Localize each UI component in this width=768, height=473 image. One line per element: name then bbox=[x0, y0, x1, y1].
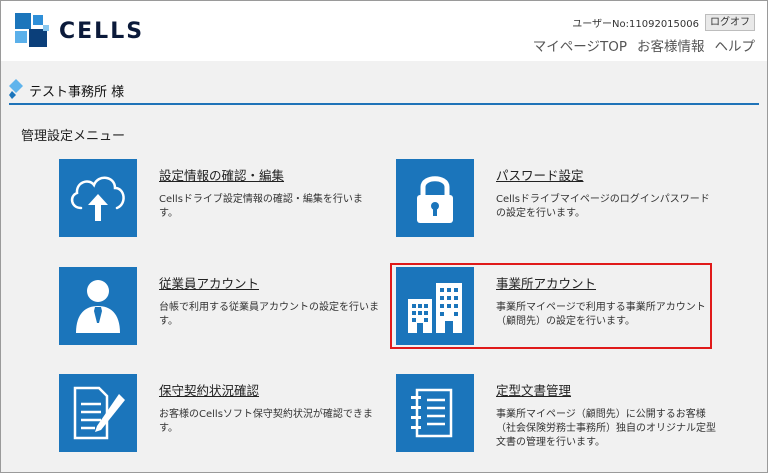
menu-item-title[interactable]: 従業員アカウント bbox=[159, 273, 259, 292]
user-row: ユーザーNo:11092015006 ログオフ bbox=[572, 14, 755, 31]
logo-text: CELLS bbox=[59, 19, 145, 44]
user-number: ユーザーNo:11092015006 bbox=[572, 19, 699, 30]
menu-item-template-documents[interactable]: 定型文書管理 事業所マイページ（顧問先）に公開するお客様（社会保険労務士事務所）… bbox=[396, 374, 716, 464]
highlight-box bbox=[390, 263, 712, 349]
menu-item-desc: Cellsドライブマイページのログインパスワードの設定を行います。 bbox=[496, 194, 710, 219]
cells-logo[interactable]: CELLS bbox=[13, 11, 163, 51]
document-pen-icon[interactable] bbox=[59, 374, 137, 452]
menu-item-desc: 台帳で利用する従業員アカウントの設定を行います。 bbox=[159, 302, 379, 327]
menu-item-title[interactable]: 設定情報の確認・編集 bbox=[159, 165, 284, 184]
menu-title: 管理設定メニュー bbox=[21, 129, 126, 144]
menu-item-password[interactable]: パスワード設定 Cellsドライブマイページのログインパスワードの設定を行います… bbox=[396, 159, 716, 249]
menu-item-title[interactable]: 定型文書管理 bbox=[496, 380, 571, 399]
menu-item-desc: 事業所マイページ（顧問先）に公開するお客様（社会保険労務士事務所）独自のオリジナ… bbox=[496, 409, 716, 448]
nav-help[interactable]: ヘルプ bbox=[715, 35, 756, 55]
employee-icon[interactable] bbox=[59, 267, 137, 345]
main-content: テスト事務所 様 管理設定メニュー 設定情報の確認・編集 Cellsドライブ設定… bbox=[1, 61, 767, 472]
menu-item-title[interactable]: パスワード設定 bbox=[496, 165, 584, 184]
padlock-icon[interactable] bbox=[396, 159, 474, 237]
logout-button[interactable]: ログオフ bbox=[705, 14, 755, 31]
header: CELLS ユーザーNo:11092015006 ログオフ マイページTOP お… bbox=[1, 1, 767, 61]
nav-mypage-top[interactable]: マイページTOP bbox=[533, 35, 627, 55]
top-nav: マイページTOP お客様情報 ヘルプ bbox=[533, 35, 755, 55]
menu-item-desc: Cellsドライブ設定情報の確認・編集を行います。 bbox=[159, 194, 363, 219]
document-list-icon[interactable] bbox=[396, 374, 474, 452]
menu-item-employee-account[interactable]: 従業員アカウント 台帳で利用する従業員アカウントの設定を行います。 bbox=[59, 267, 379, 357]
page-frame: CELLS ユーザーNo:11092015006 ログオフ マイページTOP お… bbox=[0, 0, 768, 473]
menu-item-desc: お客様のCellsソフト保守契約状況が確認できます。 bbox=[159, 409, 373, 434]
office-bar: テスト事務所 様 bbox=[9, 73, 759, 105]
diamond-marker-icon bbox=[9, 79, 23, 99]
nav-customer-info[interactable]: お客様情報 bbox=[637, 35, 705, 55]
cloud-upload-icon[interactable] bbox=[59, 159, 137, 237]
menu-item-maintenance-contract[interactable]: 保守契約状況確認 お客様のCellsソフト保守契約状況が確認できます。 bbox=[59, 374, 379, 464]
menu-item-settings[interactable]: 設定情報の確認・編集 Cellsドライブ設定情報の確認・編集を行います。 bbox=[59, 159, 379, 249]
office-name: テスト事務所 様 bbox=[29, 85, 125, 100]
menu-item-title[interactable]: 保守契約状況確認 bbox=[159, 380, 259, 399]
cells-logo-mark-icon bbox=[15, 13, 49, 47]
